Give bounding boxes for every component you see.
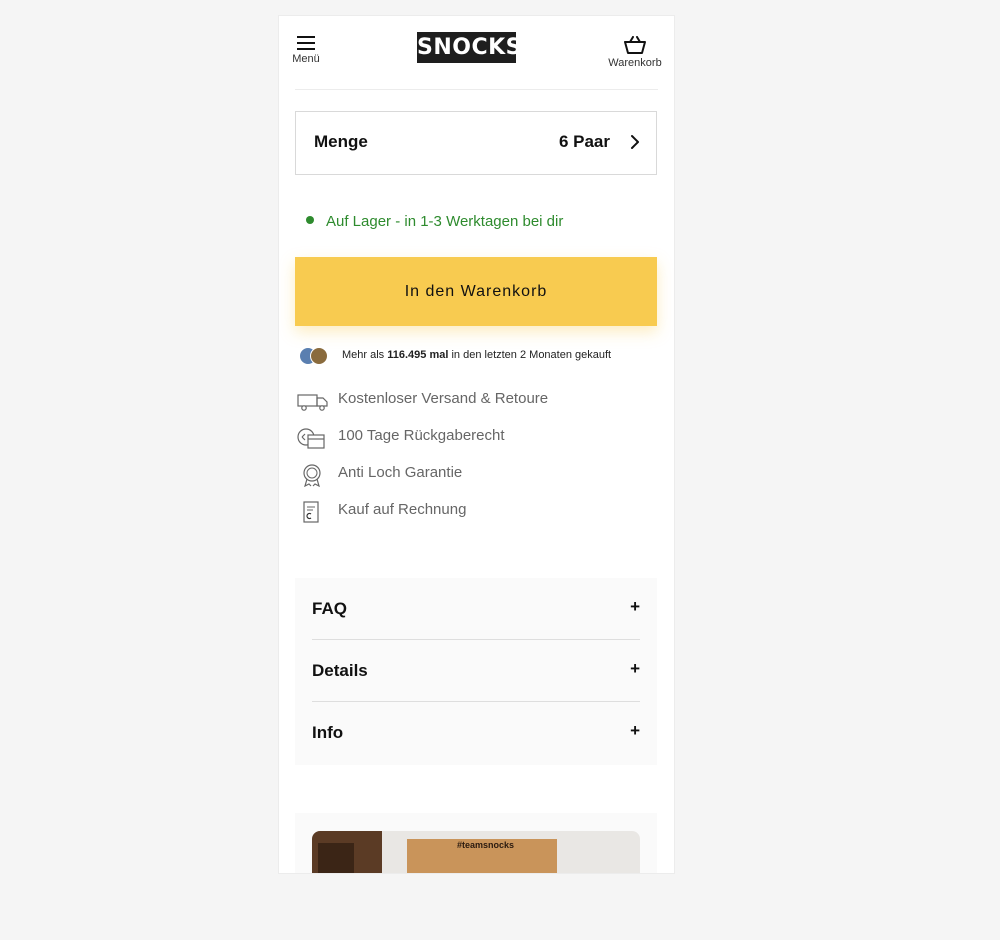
basket-icon [624,36,646,54]
menu-label: Menü [292,53,320,65]
plus-icon[interactable]: + [630,721,640,741]
benefit-text: Kostenloser Versand & Retoure [338,390,549,407]
mobile-page: Menü SNOCKS Warenkorb Menge 6 Paar Auf L… [279,16,674,873]
hamburger-icon [297,36,315,50]
plus-icon[interactable]: + [630,597,640,617]
accordion-title: Details [312,661,368,680]
promo-image-tag: #teamsnocks [457,840,515,850]
benefit-item: Kauf auf Rechnung [296,497,656,534]
avatar [310,347,328,365]
quantity-label: Menge [314,132,368,151]
social-proof-prefix: Mehr als [342,349,385,361]
quantity-value: 6 Paar [558,132,610,151]
quantity-selector[interactable]: Menge 6 Paar [295,111,657,175]
award-badge-icon [303,464,321,487]
benefit-item: 100 Tage Rückgaberecht [296,423,656,460]
chevron-right-icon [631,135,639,149]
invoice-icon [303,501,319,523]
menu-button[interactable]: Menü [287,36,325,76]
stock-dot-icon [306,216,314,225]
benefit-list: Kostenloser Versand & Retoure 100 Tage R… [296,386,656,534]
accordion-title: FAQ [312,599,347,618]
social-proof: Mehr als 116.495 mal in den letzten 2 Mo… [299,347,659,365]
stock-status: Auf Lager - in 1-3 Werktagen bei dir [306,213,563,230]
benefit-text: Anti Loch Garantie [338,464,463,481]
return-calendar-icon [297,428,325,449]
plus-icon[interactable]: + [630,659,640,679]
accordion-item-info[interactable]: Info + [295,702,657,764]
cart-label: Warenkorb [608,57,662,69]
benefit-text: 100 Tage Rückgaberecht [338,427,505,444]
add-to-cart-button[interactable]: In den Warenkorb [295,257,657,326]
header: Menü SNOCKS Warenkorb [279,16,674,90]
buyer-avatars [299,347,331,365]
social-proof-text: Mehr als 116.495 mal in den letzten 2 Mo… [342,349,611,361]
accordion: FAQ + Details + Info + [295,578,657,765]
promo-section: #teamsnocks [295,813,657,873]
social-proof-count: 116.495 mal [387,349,449,361]
promo-image[interactable]: #teamsnocks [312,831,640,873]
benefit-item: Anti Loch Garantie [296,460,656,497]
benefit-text: Kauf auf Rechnung [338,501,467,518]
header-divider [295,89,658,90]
accordion-item-details[interactable]: Details + [295,640,657,702]
accordion-item-faq[interactable]: FAQ + [295,578,657,640]
truck-icon [297,394,328,411]
logo[interactable]: SNOCKS [417,32,522,63]
promo-image-shelf [318,843,354,873]
stock-text: Auf Lager - in 1-3 Werktagen bei dir [326,213,564,230]
benefit-item: Kostenloser Versand & Retoure [296,386,656,423]
accordion-title: Info [312,723,344,742]
social-proof-suffix: in den letzten 2 Monaten gekauft [451,349,612,361]
cart-button[interactable]: Warenkorb [602,36,668,76]
